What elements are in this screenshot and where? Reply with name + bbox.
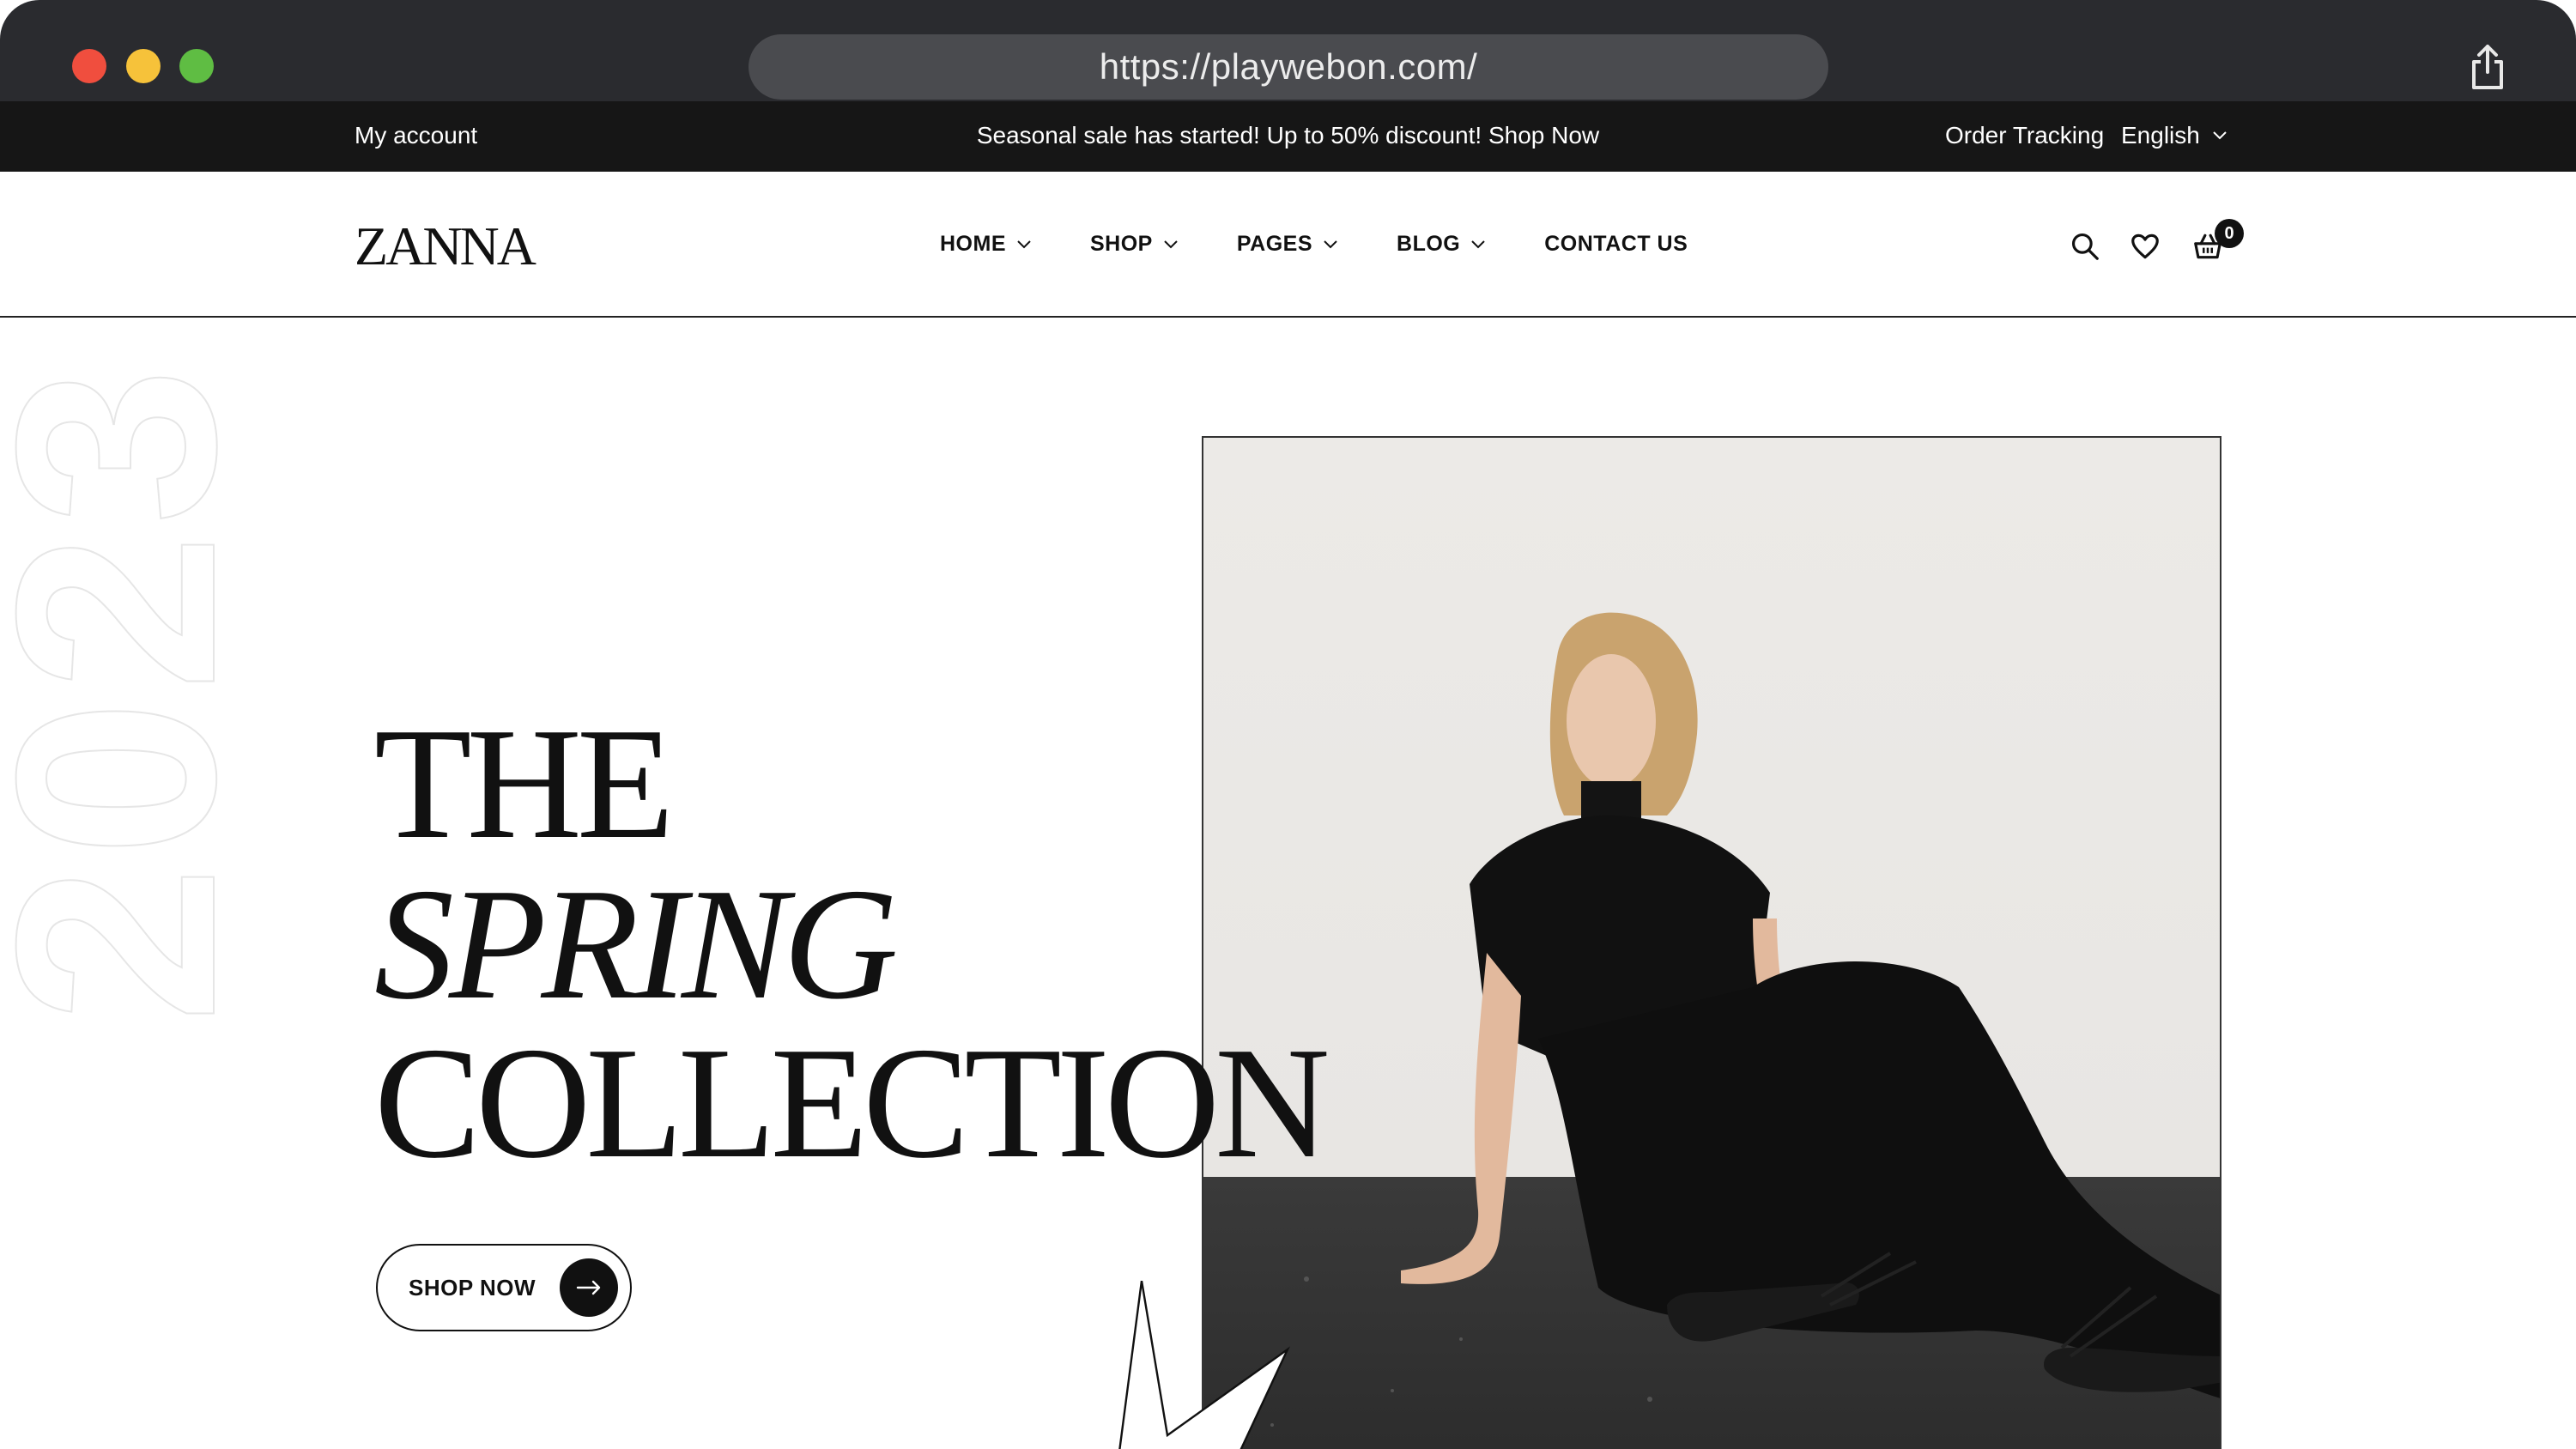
heart-icon[interactable] [2129,230,2161,263]
nav-label: CONTACT US [1544,232,1688,256]
browser-chrome: https://playwebon.com/ [0,0,2576,101]
chevron-down-icon [1017,239,1031,248]
url-text: https://playwebon.com/ [1099,46,1478,87]
chevron-down-icon [1164,239,1178,248]
main-nav: HOME SHOP PAGES BLOG CONTACT US [940,232,1688,257]
window-close-button[interactable] [72,49,106,83]
nav-item-shop[interactable]: SHOP [1090,232,1179,257]
hero-section: 2023 THE SPRING COLLECTION SHOP NOW [0,319,2576,1449]
nav-label: BLOG [1397,232,1461,256]
hero-title-line-3: COLLECTION [374,1015,1330,1191]
hero-title-line-2: SPRING [374,856,899,1033]
chevron-down-icon [1471,239,1485,248]
shop-now-button[interactable]: SHOP NOW [376,1244,632,1331]
promo-bar: My account Seasonal sale has started! Up… [0,101,2576,172]
shop-now-label: SHOP NOW [409,1274,536,1300]
nav-item-blog[interactable]: BLOG [1397,232,1486,257]
share-icon[interactable] [2467,43,2508,91]
decorative-year: 2023 [0,358,275,1024]
chevron-down-icon [2213,131,2227,140]
window-minimize-button[interactable] [126,49,161,83]
nav-label: PAGES [1236,232,1313,256]
chevron-down-icon [1324,239,1337,248]
search-icon[interactable] [2069,230,2101,263]
nav-item-pages[interactable]: PAGES [1237,232,1338,257]
address-bar[interactable]: https://playwebon.com/ [749,34,1828,100]
order-tracking-link[interactable]: Order Tracking [1945,122,2104,149]
hero-title-line-1: THE [374,695,675,872]
language-label: English [2121,122,2200,149]
hero-image [1202,436,2221,1449]
nav-label: SHOP [1090,232,1153,256]
nav-label: HOME [940,232,1006,256]
decorative-star-shape [1118,1281,1291,1449]
nav-item-home[interactable]: HOME [940,232,1032,257]
nav-item-contact-us[interactable]: CONTACT US [1544,232,1688,257]
window-maximize-button[interactable] [179,49,214,83]
site-header: ZANNA HOME SHOP PAGES BLOG CONTACT US 0 [0,172,2576,318]
language-selector[interactable]: English [2121,122,2227,149]
arrow-right-icon [560,1258,618,1317]
site-logo[interactable]: ZANNA [355,215,536,278]
hero-model-illustration [1270,612,2220,1427]
cart-count-badge: 0 [2215,219,2244,248]
